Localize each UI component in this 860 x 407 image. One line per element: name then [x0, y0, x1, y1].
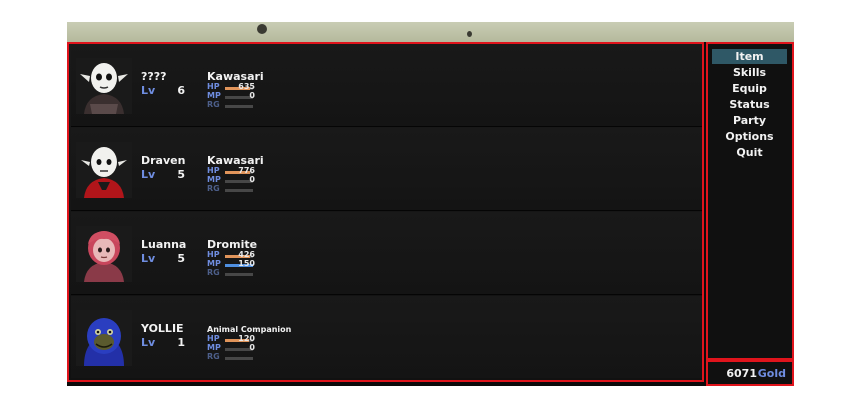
party-status-panel: ???? Lv 6 Kawasari HP 635 MP 0 RG Draven…: [67, 42, 704, 382]
gold-window: 6071 Gold: [706, 360, 794, 386]
rg-gauge: RG: [207, 352, 255, 362]
map-background-strip: [67, 22, 794, 42]
rg-track: [225, 189, 253, 192]
member-name: Draven: [141, 154, 186, 167]
portrait-icon: [76, 226, 132, 282]
rg-gauge: RG: [207, 268, 255, 278]
level-label: Lv: [141, 252, 156, 265]
party-member-row[interactable]: Luanna Lv 5 Dromite HP 426 MP 150 RG: [71, 212, 702, 295]
level-value: 5: [177, 252, 185, 265]
member-class: Animal Companion: [207, 325, 292, 334]
rg-track: [225, 357, 253, 360]
party-member-row[interactable]: YOLLIE Lv 1 Animal Companion HP 120 MP 0…: [71, 296, 702, 378]
rg-track: [225, 273, 253, 276]
rg-label: RG: [207, 184, 220, 193]
member-name: YOLLIE: [141, 322, 184, 335]
menu-item-party[interactable]: Party: [712, 113, 787, 128]
member-name: ????: [141, 70, 167, 83]
menu-item-quit[interactable]: Quit: [712, 145, 787, 160]
game-screen: ???? Lv 6 Kawasari HP 635 MP 0 RG Draven…: [67, 22, 794, 386]
level-label: Lv: [141, 336, 156, 349]
menu-item-status[interactable]: Status: [712, 97, 787, 112]
level-label: Lv: [141, 168, 156, 181]
menu-item-equip[interactable]: Equip: [712, 81, 787, 96]
rg-label: RG: [207, 352, 220, 361]
rg-gauge: RG: [207, 100, 255, 110]
member-name: Luanna: [141, 238, 187, 251]
menu-item-skills[interactable]: Skills: [712, 65, 787, 80]
rg-gauge: RG: [207, 184, 255, 194]
portrait-icon: [76, 142, 132, 198]
gold-amount: 6071: [726, 367, 757, 380]
command-menu: Item Skills Equip Status Party Options Q…: [706, 42, 794, 360]
party-member-row[interactable]: ???? Lv 6 Kawasari HP 635 MP 0 RG: [71, 44, 702, 127]
gold-unit: Gold: [757, 367, 786, 380]
portrait-icon: [76, 58, 132, 114]
menu-item-item[interactable]: Item: [712, 49, 787, 64]
portrait-icon: [76, 310, 132, 366]
rg-label: RG: [207, 268, 220, 277]
level-label: Lv: [141, 84, 156, 97]
level-value: 6: [177, 84, 185, 97]
party-member-row[interactable]: Draven Lv 5 Kawasari HP 776 MP 0 RG: [71, 128, 702, 211]
level-value: 5: [177, 168, 185, 181]
menu-item-options[interactable]: Options: [712, 129, 787, 144]
rg-track: [225, 105, 253, 108]
level-value: 1: [177, 336, 185, 349]
rg-label: RG: [207, 100, 220, 109]
